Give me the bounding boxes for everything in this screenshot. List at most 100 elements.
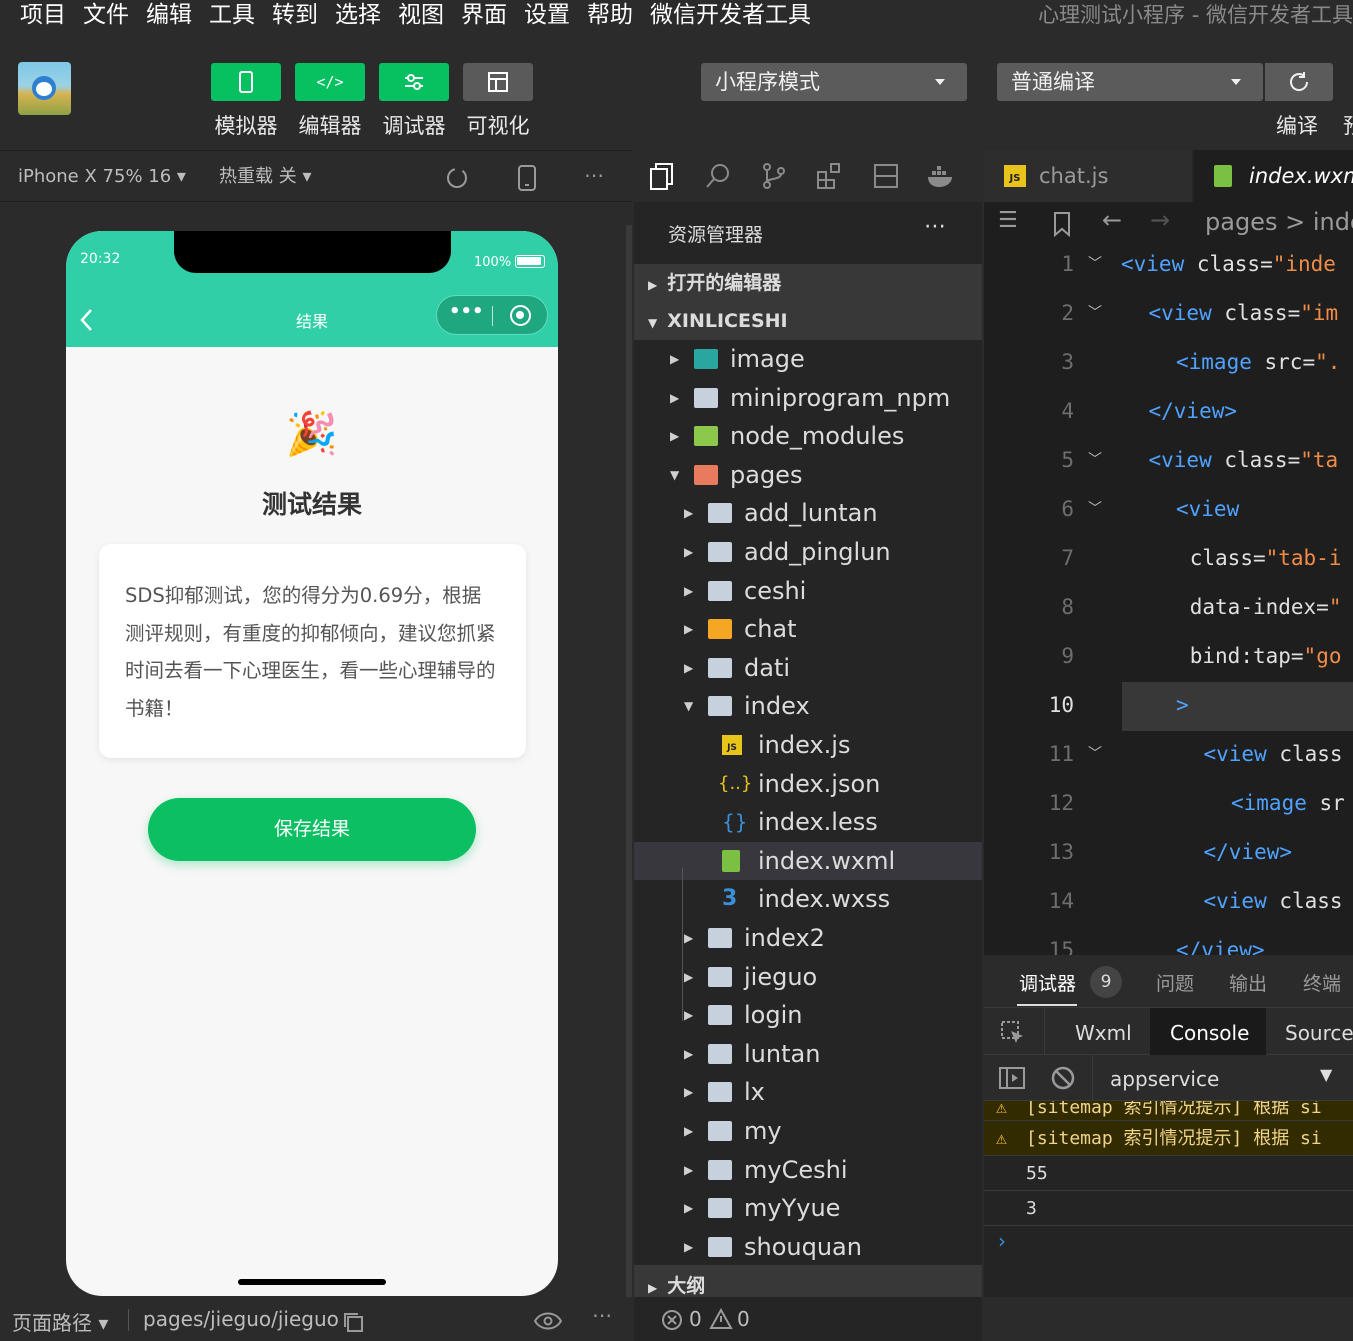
code-line[interactable]: 1 ﹀ <view class="inde [984, 240, 1353, 289]
open-editors-section[interactable]: ▶ 打开的编辑器 [648, 264, 781, 302]
tab-chat-js[interactable]: JS chat.js [984, 150, 1192, 202]
scrollbar[interactable] [626, 225, 632, 1297]
list-icon[interactable]: ☰ [998, 208, 1018, 233]
tree-item-index-wxml[interactable]: index.wxml [634, 841, 982, 880]
menu-view[interactable]: 视图 [398, 0, 444, 34]
menu-help[interactable]: 帮助 [587, 0, 633, 34]
code-line[interactable]: 11 ﹀ <view class [984, 730, 1353, 779]
console-prompt-icon[interactable]: › [998, 1229, 1006, 1253]
menu-goto[interactable]: 转到 [272, 0, 318, 34]
fold-chevron-icon[interactable]: ﹀ [1088, 240, 1102, 289]
tree-item-index2[interactable]: ▶ index2 [634, 919, 982, 957]
avatar[interactable] [18, 62, 71, 115]
fold-chevron-icon[interactable]: ﹀ [1088, 730, 1102, 779]
tree-item-index-js[interactable]: JS index.js [634, 726, 982, 764]
code-line[interactable]: 13 </view> [984, 828, 1353, 877]
editor-button[interactable]: </> [295, 63, 365, 101]
fold-chevron-icon[interactable]: ﹀ [1088, 289, 1102, 338]
tree-item-ceshi[interactable]: ▶ ceshi [634, 572, 982, 610]
menu-wechat-devtools[interactable]: 微信开发者工具 [650, 0, 811, 34]
hot-reload-toggle[interactable]: 热重载 关 ▾ [219, 151, 311, 203]
sidebar-toggle-icon[interactable] [998, 1066, 1026, 1090]
storage-icon[interactable] [872, 162, 900, 190]
tree-item-lx[interactable]: ▶ lx [634, 1073, 982, 1111]
back-icon[interactable]: ← [1102, 206, 1122, 234]
docker-icon[interactable] [926, 162, 958, 190]
tree-item-chat[interactable]: ▶ chat [634, 610, 982, 648]
save-result-button[interactable]: 保存结果 [148, 798, 476, 861]
tab-output[interactable]: 输出 [1229, 969, 1267, 996]
menu-project[interactable]: 项目 [20, 0, 66, 34]
compile-select[interactable]: 普通编译 [997, 63, 1263, 101]
code-line[interactable]: 6 ﹀ <view [984, 485, 1353, 534]
tree-item-miniprogram_npm[interactable]: ▶ miniprogram_npm [634, 379, 982, 417]
tab-wxml[interactable]: Wxml [1075, 1021, 1132, 1045]
copy-icon[interactable] [342, 1311, 364, 1333]
files-icon[interactable] [648, 162, 676, 190]
tree-item-add_pinglun[interactable]: ▶ add_pinglun [634, 533, 982, 571]
device-select[interactable]: iPhone X 75% 16 ▾ [18, 151, 186, 203]
menu-select[interactable]: 选择 [335, 0, 381, 34]
explorer-more-icon[interactable]: ⋯ [924, 214, 946, 239]
capsule-menu[interactable]: ••• [436, 295, 548, 335]
more-icon[interactable]: ⋯ [584, 163, 604, 187]
more-icon[interactable]: ⋯ [592, 1303, 612, 1327]
more-dots-icon[interactable]: ••• [449, 301, 484, 322]
menu-settings[interactable]: 设置 [524, 0, 570, 34]
tree-item-jieguo[interactable]: ▶ jieguo [634, 958, 982, 996]
code-lines[interactable]: 1 ﹀ <view class="inde 2 ﹀ <view class="im 3 <im… [984, 240, 1353, 955]
eye-icon[interactable] [533, 1311, 563, 1331]
close-miniprogram-icon[interactable] [510, 305, 531, 326]
code-line[interactable]: 15 </view> [984, 926, 1353, 955]
clear-console-icon[interactable] [1050, 1065, 1076, 1091]
context-select[interactable]: appservice [1110, 1067, 1219, 1091]
tree-item-shouquan[interactable]: ▶ shouquan [634, 1228, 982, 1266]
menu-edit[interactable]: 编辑 [146, 0, 192, 34]
menu-interface[interactable]: 界面 [461, 0, 507, 34]
extensions-icon[interactable] [816, 162, 844, 190]
mode-select[interactable]: 小程序模式 [701, 63, 967, 101]
inspect-icon[interactable] [1000, 1020, 1026, 1046]
code-line[interactable]: 10 > [984, 681, 1353, 730]
code-line[interactable]: 14 <view class [984, 877, 1353, 926]
tab-terminal[interactable]: 终端 [1303, 969, 1341, 996]
fold-chevron-icon[interactable]: ﹀ [1088, 485, 1102, 534]
debugger-button[interactable] [379, 63, 449, 101]
tab-console[interactable]: Console [1150, 1008, 1266, 1056]
forward-icon[interactable]: → [1150, 206, 1170, 234]
tree-item-image[interactable]: ▶ image [634, 340, 982, 378]
code-line[interactable]: 5 ﹀ <view class="ta [984, 436, 1353, 485]
source-control-icon[interactable] [760, 162, 788, 190]
tree-item-myYyue[interactable]: ▶ myYyue [634, 1189, 982, 1227]
code-line[interactable]: 4 </view> [984, 387, 1353, 436]
rotate-icon[interactable] [444, 165, 470, 191]
code-line[interactable]: 2 ﹀ <view class="im [984, 289, 1353, 338]
tree-item-add_luntan[interactable]: ▶ add_luntan [634, 494, 982, 532]
tree-item-my[interactable]: ▶ my [634, 1112, 982, 1150]
tree-item-index-wxss[interactable]: 3 index.wxss [634, 880, 982, 918]
tree-item-luntan[interactable]: ▶ luntan [634, 1035, 982, 1073]
simulator-button[interactable] [211, 63, 281, 101]
tab-index-wxml[interactable]: index.wxm [1194, 150, 1353, 202]
chevron-down-icon[interactable]: ▼ [1320, 1065, 1332, 1084]
tree-item-login[interactable]: ▶ login [634, 996, 982, 1034]
menu-file[interactable]: 文件 [83, 0, 129, 34]
visual-button[interactable] [463, 63, 533, 101]
tree-item-pages[interactable]: ▼ pages [634, 456, 982, 494]
bookmark-icon[interactable] [1052, 211, 1072, 237]
code-line[interactable]: 7 class="tab-i [984, 534, 1353, 583]
tree-item-myCeshi[interactable]: ▶ myCeshi [634, 1151, 982, 1189]
code-line[interactable]: 3 <image src=". [984, 338, 1353, 387]
compile-button[interactable] [1265, 63, 1333, 101]
search-icon[interactable] [704, 162, 732, 190]
tab-debugger[interactable]: 调试器 [1019, 969, 1076, 996]
tab-sources[interactable]: Sources [1285, 1021, 1353, 1045]
code-line[interactable]: 8 data-index=" [984, 583, 1353, 632]
breadcrumb[interactable]: pages > inde [1205, 208, 1353, 236]
tree-item-index-json[interactable]: {..} index.json [634, 765, 982, 803]
page-path-label[interactable]: 页面路径 ▾ [12, 1307, 108, 1336]
device-icon[interactable] [517, 164, 537, 192]
code-line[interactable]: 9 bind:tap="go [984, 632, 1353, 681]
tree-item-index-less[interactable]: {} index.less [634, 803, 982, 841]
problems-status[interactable]: 0 0 [634, 1297, 982, 1341]
